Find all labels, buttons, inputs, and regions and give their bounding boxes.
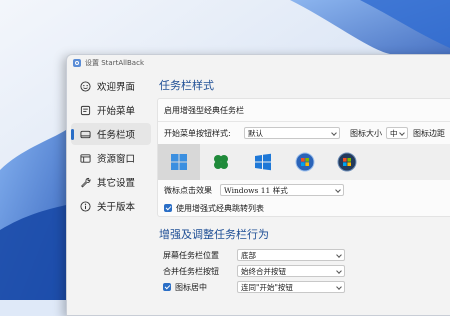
clover-logo-icon [214,155,228,169]
sidebar-item-other-settings[interactable]: 其它设置 [71,171,151,193]
center-icons-label: 图标居中 [175,282,207,292]
click-effect-select[interactable]: Windows 11 样式 [220,184,344,196]
start-button-style-picker [158,144,450,180]
combine-buttons-select[interactable]: 始终合并按钮 [237,265,345,277]
section-title-enhance: 增强及调整任务栏行为 [159,228,269,241]
icon-size-label: 图标大小 [350,128,382,138]
sidebar-item-start-menu[interactable]: 开始菜单 [71,99,151,121]
classic-taskbar-label: 启用增强型经典任务栏 [164,105,244,115]
taskbar-icon [79,128,91,140]
style-option-windows-7[interactable] [284,144,326,180]
window-title: 设置 StartAllBack [85,59,144,67]
classic-taskbar-row[interactable]: 启用增强型经典任务栏 [158,99,450,122]
center-icons-row: 图标居中 连同"开始"按钮 [157,279,450,295]
start-menu-icon [79,104,91,116]
start-button-style-row: 开始菜单按钮样式: 默认 图标大小 中 图标边距 [158,122,450,144]
start-button-style-select[interactable]: 默认 [244,127,340,139]
title-bar: 设置 StartAllBack [67,55,450,71]
center-icons-checkbox[interactable] [163,283,171,291]
taskbar-position-label: 屏幕任务栏位置 [163,250,219,260]
start-button-style-value: 默认 [248,128,263,138]
icon-margin-label: 图标边距 [413,128,445,138]
sidebar-item-taskbar[interactable]: 任务栏项 [71,123,151,145]
combine-buttons-label: 合并任务栏按钮 [163,266,219,276]
icon-size-select[interactable]: 中 [386,127,408,139]
windows-10-logo-icon [255,153,271,171]
sidebar-item-label: 任务栏项 [97,130,136,141]
style-option-clover[interactable] [200,144,242,180]
section-title-taskbar-style: 任务栏样式 [159,79,214,92]
sidebar-item-explorer[interactable]: 资源窗口 [71,147,151,169]
sidebar-item-label: 资源窗口 [97,154,136,165]
sidebar-item-welcome[interactable]: 欢迎界面 [71,75,151,97]
center-icons-select[interactable]: 连同"开始"按钮 [237,281,345,293]
explorer-window-icon [79,152,91,164]
windows-11-logo-icon [171,154,187,170]
taskbar-position-value: 底部 [241,250,256,260]
click-effect-label: 微标点击效果 [164,185,212,195]
sidebar-item-label: 关于版本 [97,202,136,213]
sidebar-item-label: 其它设置 [97,178,136,189]
style-option-windows-11[interactable] [158,144,200,180]
taskbar-position-row: 屏幕任务栏位置 底部 [157,247,450,263]
wrench-icon [79,176,91,188]
main-content: 任务栏样式 启用增强型经典任务栏 开始菜单按钮样式: 默认 图标大小 中 图标边… [157,77,450,295]
settings-window: 设置 StartAllBack 欢迎界面 开始菜单 任务栏项 资源窗口 其它设置… [66,54,450,316]
sidebar-item-about[interactable]: 关于版本 [71,195,151,217]
jumplist-label: 使用增强式经典跳转列表 [176,203,264,213]
smiley-icon [79,80,91,92]
enhance-panel: 屏幕任务栏位置 底部 合并任务栏按钮 始终合并按钮 图标居中 连同"开始"按钮 [157,247,450,295]
style-option-windows-10[interactable] [242,144,284,180]
combine-buttons-row: 合并任务栏按钮 始终合并按钮 [157,263,450,279]
taskbar-position-select[interactable]: 底部 [237,249,345,261]
app-icon [73,59,81,67]
icon-size-value: 中 [390,128,398,138]
sidebar-item-label: 开始菜单 [97,106,136,117]
start-button-style-label: 开始菜单按钮样式: [164,128,231,138]
info-icon [79,200,91,212]
click-effect-row: 微标点击效果 Windows 11 样式 [158,180,450,200]
windows-7-orb-icon [295,152,315,172]
windows-vista-orb-icon [337,152,357,172]
taskbar-style-panel: 启用增强型经典任务栏 开始菜单按钮样式: 默认 图标大小 中 图标边距 微标点击… [157,98,450,217]
jumplist-checkbox[interactable] [164,204,172,212]
style-option-windows-vista[interactable] [326,144,368,180]
click-effect-value: Windows 11 样式 [224,185,288,195]
center-icons-value: 连同"开始"按钮 [241,282,293,292]
sidebar: 欢迎界面 开始菜单 任务栏项 资源窗口 其它设置 关于版本 [71,75,151,219]
combine-buttons-value: 始终合并按钮 [241,266,286,276]
jumplist-row[interactable]: 使用增强式经典跳转列表 [158,200,450,216]
sidebar-item-label: 欢迎界面 [97,82,136,93]
